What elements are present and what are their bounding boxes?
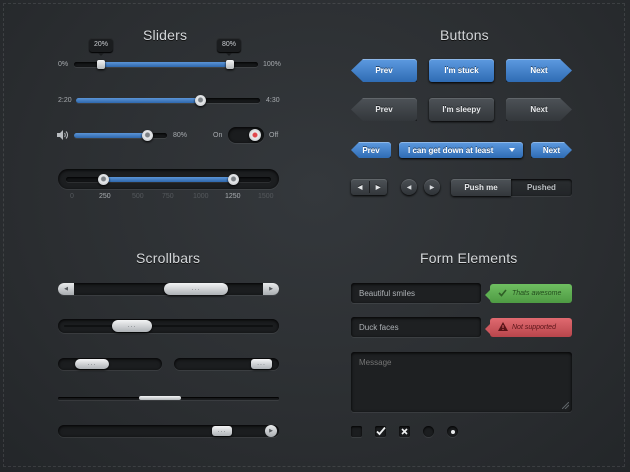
form-elements-title: Form Elements xyxy=(420,250,518,266)
range-slider-low-handle[interactable] xyxy=(97,60,105,69)
tick-1250: 1250 xyxy=(225,193,241,200)
time-start-label: 2:20 xyxy=(58,97,72,104)
buttons-title: Buttons xyxy=(440,27,489,43)
big-range-fill xyxy=(104,177,234,182)
volume-value-label: 80% xyxy=(173,132,188,139)
scrollbars-title: Scrollbars xyxy=(136,250,201,266)
time-slider-fill xyxy=(76,98,201,103)
prev-button-grey[interactable]: Prev xyxy=(351,98,417,121)
dropdown-value: I can get down at least xyxy=(408,145,494,155)
time-end-label: 4:30 xyxy=(266,97,280,104)
tick-1500: 1500 xyxy=(258,193,274,200)
time-slider-track[interactable] xyxy=(76,98,260,103)
volume-slider-handle[interactable] xyxy=(142,130,153,141)
pager-buttons: ◀ ▶ xyxy=(351,179,387,195)
ui-kit-page: Sliders 20% 80% 0% 100% 2:20 4:30 80% On… xyxy=(0,0,630,472)
slider-min-label: 0% xyxy=(58,61,69,68)
scrollbar-groove xyxy=(64,325,273,327)
scrollbar-thumb-5[interactable]: ... xyxy=(212,426,232,436)
scrollbar-thumb-2[interactable]: ... xyxy=(112,320,152,332)
radio-empty[interactable] xyxy=(423,426,434,437)
toggle-knob xyxy=(249,129,261,141)
scroll-right-arrow-icon[interactable]: ▶ xyxy=(263,283,279,295)
next-button-blue[interactable]: Next xyxy=(506,59,572,82)
checkbox-crossed[interactable] xyxy=(399,426,410,437)
volume-slider-track[interactable] xyxy=(74,133,167,138)
error-text: Not supported xyxy=(512,324,556,331)
checkmark-icon xyxy=(376,426,386,436)
scroll-left-arrow-icon[interactable]: ◀ xyxy=(58,283,74,295)
radio-selected[interactable] xyxy=(447,426,458,437)
next-button-small[interactable]: Next xyxy=(531,142,572,158)
im-sleepy-button[interactable]: I'm sleepy xyxy=(429,98,494,121)
range-slider-high-handle[interactable] xyxy=(226,60,234,69)
slider-high-tooltip: 80% xyxy=(217,38,241,56)
resize-grip-icon[interactable] xyxy=(562,402,569,409)
prev-button-small[interactable]: Prev xyxy=(351,142,391,158)
range-slider-fill xyxy=(101,62,231,67)
big-range-slider[interactable] xyxy=(58,169,279,189)
big-range-track xyxy=(66,177,271,182)
chevron-down-icon xyxy=(509,148,515,152)
big-range-low-handle[interactable] xyxy=(98,174,109,185)
radio-dot xyxy=(450,429,455,434)
big-range-high-handle[interactable] xyxy=(228,174,239,185)
error-badge: Not supported xyxy=(485,318,572,337)
tick-500: 500 xyxy=(132,193,144,200)
success-text: Thats awesome xyxy=(512,290,562,297)
scrollbar-inset[interactable] xyxy=(58,319,279,333)
on-off-toggle[interactable] xyxy=(228,127,264,143)
cross-icon xyxy=(401,428,408,435)
arrow-left-icon[interactable]: ◀ xyxy=(351,179,369,195)
scrollbar-thumb-3[interactable]: ... xyxy=(75,359,109,369)
scroll-end-arrow-icon[interactable]: ▶ xyxy=(265,425,277,437)
slider-low-tooltip: 20% xyxy=(89,38,113,56)
check-icon xyxy=(498,289,507,297)
warning-icon xyxy=(498,322,508,331)
scrollbar-bottom[interactable] xyxy=(58,425,279,437)
push-me-button[interactable]: Push me xyxy=(451,179,511,196)
prev-button-blue[interactable]: Prev xyxy=(351,59,417,82)
arrow-right-icon[interactable]: ▶ xyxy=(369,179,387,195)
text-input-1[interactable] xyxy=(351,283,481,303)
pushed-button[interactable]: Pushed xyxy=(511,179,572,196)
scrollbar-thumb-4[interactable]: ... xyxy=(251,359,272,369)
success-badge: Thats awesome xyxy=(485,284,572,303)
slider-max-label: 100% xyxy=(263,61,281,68)
tick-0: 0 xyxy=(70,193,74,200)
toggle-on-label: On xyxy=(213,132,223,139)
scrollbar-thin-thumb[interactable] xyxy=(139,396,181,400)
volume-slider-fill xyxy=(74,133,148,138)
next-button-grey[interactable]: Next xyxy=(506,98,572,121)
dropdown-select[interactable]: I can get down at least xyxy=(399,142,523,158)
message-textarea[interactable] xyxy=(351,352,572,412)
speaker-icon xyxy=(57,130,68,140)
tick-1000: 1000 xyxy=(193,193,209,200)
checkbox-empty[interactable] xyxy=(351,426,362,437)
text-input-2[interactable] xyxy=(351,317,481,337)
round-prev-arrow-icon[interactable]: ◀ xyxy=(401,179,417,195)
tick-250: 250 xyxy=(99,193,111,200)
tick-750: 750 xyxy=(162,193,174,200)
toggle-off-label: Off xyxy=(269,132,279,139)
round-next-arrow-icon[interactable]: ▶ xyxy=(424,179,440,195)
checkbox-checked[interactable] xyxy=(375,426,386,437)
scrollbar-short-left[interactable] xyxy=(58,358,162,370)
im-stuck-button[interactable]: I'm stuck xyxy=(429,59,494,82)
sliders-title: Sliders xyxy=(143,27,188,43)
time-slider-handle[interactable] xyxy=(195,95,206,106)
scrollbar-thumb-1[interactable]: ... xyxy=(164,283,228,295)
